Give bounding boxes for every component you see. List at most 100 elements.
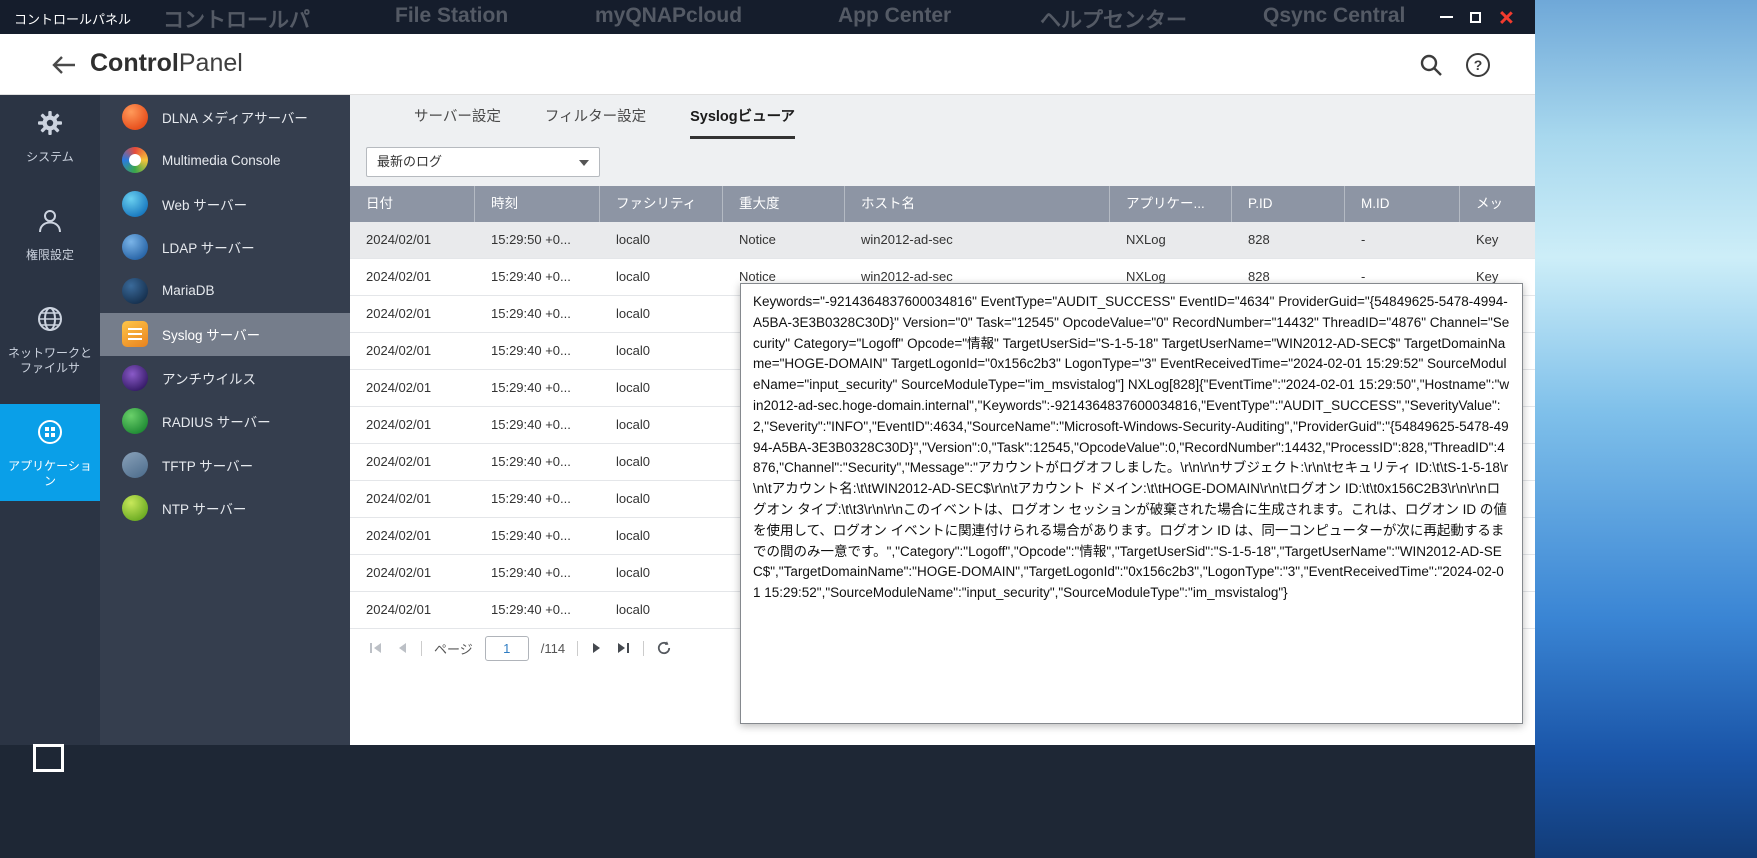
refresh-icon[interactable] bbox=[656, 640, 672, 656]
cell-host: win2012-ad-sec bbox=[861, 232, 953, 247]
window-title: コントロールパネル bbox=[14, 12, 132, 27]
column-header-time[interactable]: 時刻 bbox=[475, 186, 600, 222]
cell-time: 15:29:40 +0... bbox=[491, 454, 571, 469]
sidebar-item-tftp-server[interactable]: TFTP サーバー bbox=[100, 443, 350, 487]
sidebar-item-dlna[interactable]: DLNA メディアサーバー bbox=[100, 95, 350, 139]
cell-date: 2024/02/01 bbox=[366, 528, 432, 543]
cell-facility: local0 bbox=[616, 528, 650, 543]
last-page-icon[interactable] bbox=[616, 641, 631, 655]
sidebar-item-system[interactable]: システム bbox=[0, 95, 100, 177]
cell-date: 2024/02/01 bbox=[366, 306, 432, 321]
sidebar-item-permissions[interactable]: 権限設定 bbox=[0, 193, 100, 275]
cell-facility: local0 bbox=[616, 602, 650, 617]
cell-date: 2024/02/01 bbox=[366, 232, 432, 247]
back-arrow-icon[interactable] bbox=[50, 54, 76, 81]
header: ControlPanel ? bbox=[0, 34, 1535, 95]
cell-date: 2024/02/01 bbox=[366, 417, 432, 432]
first-page-icon[interactable] bbox=[368, 641, 383, 655]
divider bbox=[643, 640, 645, 656]
sidebar-item-radius-server[interactable]: RADIUS サーバー bbox=[100, 400, 350, 444]
apps-grid-icon bbox=[36, 420, 64, 450]
page-input[interactable] bbox=[484, 635, 529, 661]
cell-date: 2024/02/01 bbox=[366, 454, 432, 469]
cell-facility: local0 bbox=[616, 232, 650, 247]
desktop-background bbox=[0, 745, 1535, 858]
cell-date: 2024/02/01 bbox=[366, 565, 432, 580]
multimedia-icon bbox=[122, 147, 148, 174]
column-header-severity[interactable]: 重大度 bbox=[723, 186, 845, 222]
background-window-title: ヘルプセンター bbox=[1040, 9, 1187, 32]
cell-facility: local0 bbox=[616, 269, 650, 284]
tab-bar: サーバー設定 フィルター設定 Syslogビューア bbox=[414, 95, 796, 139]
sidebar-item-multimedia-console[interactable]: Multimedia Console bbox=[100, 139, 350, 183]
cell-date: 2024/02/01 bbox=[366, 269, 432, 284]
globe-icon bbox=[36, 307, 64, 337]
cell-facility: local0 bbox=[616, 380, 650, 395]
app-sidebar: DLNA メディアサーバー Multimedia Console Web サーバ… bbox=[100, 95, 350, 745]
next-page-icon[interactable] bbox=[590, 641, 604, 655]
column-header-host[interactable]: ホスト名 bbox=[845, 186, 1110, 222]
maximize-icon[interactable] bbox=[1470, 11, 1481, 23]
background-window-title: File Station bbox=[395, 4, 509, 27]
user-icon bbox=[36, 210, 64, 239]
cell-facility: local0 bbox=[616, 454, 650, 469]
column-header-pid[interactable]: P.ID bbox=[1232, 186, 1345, 222]
cell-mid: - bbox=[1361, 232, 1366, 247]
column-header-message[interactable]: メッ bbox=[1460, 186, 1535, 222]
antivirus-icon bbox=[122, 364, 148, 391]
syslog-icon bbox=[122, 321, 148, 348]
column-header-facility[interactable]: ファシリティ bbox=[600, 186, 723, 222]
table-header: 日付 時刻 ファシリティ 重大度 ホスト名 アプリケー... P.ID M.ID… bbox=[350, 186, 1535, 222]
background-window-title: コントロールパ bbox=[163, 9, 310, 32]
sidebar-item-web-server[interactable]: Web サーバー bbox=[100, 182, 350, 226]
minimize-icon[interactable] bbox=[1440, 16, 1453, 18]
cell-date: 2024/02/01 bbox=[366, 343, 432, 358]
window-controls bbox=[1440, 0, 1513, 34]
tab-syslog-viewer[interactable]: Syslogビューア bbox=[690, 95, 796, 139]
sidebar-item-syslog-server[interactable]: Syslog サーバー bbox=[100, 312, 350, 356]
column-header-application[interactable]: アプリケー... bbox=[1110, 186, 1232, 222]
log-filter-select[interactable]: 最新のログ bbox=[366, 147, 600, 177]
search-icon[interactable] bbox=[1419, 53, 1443, 82]
dlna-icon bbox=[122, 103, 148, 130]
tab-server-settings[interactable]: サーバー設定 bbox=[414, 95, 501, 139]
cell-time: 15:29:40 +0... bbox=[491, 269, 571, 284]
titlebar: コントロールパネル コントロールパ File Station myQNAPclo… bbox=[0, 0, 1535, 34]
divider bbox=[421, 640, 422, 656]
mariadb-icon bbox=[122, 277, 148, 304]
web-server-icon bbox=[122, 190, 148, 217]
cell-application: NXLog bbox=[1126, 232, 1166, 247]
sidebar-item-antivirus[interactable]: アンチウイルス bbox=[100, 356, 350, 400]
column-header-mid[interactable]: M.ID bbox=[1345, 186, 1460, 222]
sidebar-item-applications[interactable]: アプリケーション bbox=[0, 404, 100, 501]
sidebar-item-network[interactable]: ネットワークとファイルサ bbox=[0, 291, 100, 388]
close-icon[interactable] bbox=[1498, 10, 1513, 25]
sidebar-item-mariadb[interactable]: MariaDB bbox=[100, 269, 350, 313]
cell-severity: Notice bbox=[739, 232, 776, 247]
background-window-title: myQNAPcloud bbox=[595, 4, 743, 27]
page-title: ControlPanel bbox=[90, 49, 243, 77]
divider bbox=[577, 640, 579, 656]
cell-time: 15:29:40 +0... bbox=[491, 306, 571, 321]
page-label: ページ bbox=[434, 641, 473, 657]
cell-facility: local0 bbox=[616, 491, 650, 506]
log-message-tooltip: Keywords="-9214364837600034816" EventTyp… bbox=[740, 283, 1523, 724]
table-row[interactable]: 2024/02/01 15:29:50 +0... local0 Notice … bbox=[350, 222, 1535, 259]
cell-time: 15:29:40 +0... bbox=[491, 491, 571, 506]
desktop-icon-placeholder bbox=[33, 744, 64, 772]
gear-icon bbox=[36, 111, 64, 141]
radius-icon bbox=[122, 408, 148, 435]
tab-filter-settings[interactable]: フィルター設定 bbox=[545, 95, 646, 139]
ntp-icon bbox=[122, 495, 148, 522]
chevron-down-icon bbox=[579, 160, 589, 166]
cell-time: 15:29:50 +0... bbox=[491, 232, 571, 247]
cell-time: 15:29:40 +0... bbox=[491, 565, 571, 580]
cell-facility: local0 bbox=[616, 417, 650, 432]
cell-time: 15:29:40 +0... bbox=[491, 602, 571, 617]
sidebar-item-ldap-server[interactable]: LDAP サーバー bbox=[100, 226, 350, 270]
previous-page-icon[interactable] bbox=[395, 641, 409, 655]
sidebar-item-ntp-server[interactable]: NTP サーバー bbox=[100, 487, 350, 531]
help-icon[interactable]: ? bbox=[1466, 53, 1490, 77]
column-header-date[interactable]: 日付 bbox=[350, 186, 475, 222]
cell-time: 15:29:40 +0... bbox=[491, 343, 571, 358]
